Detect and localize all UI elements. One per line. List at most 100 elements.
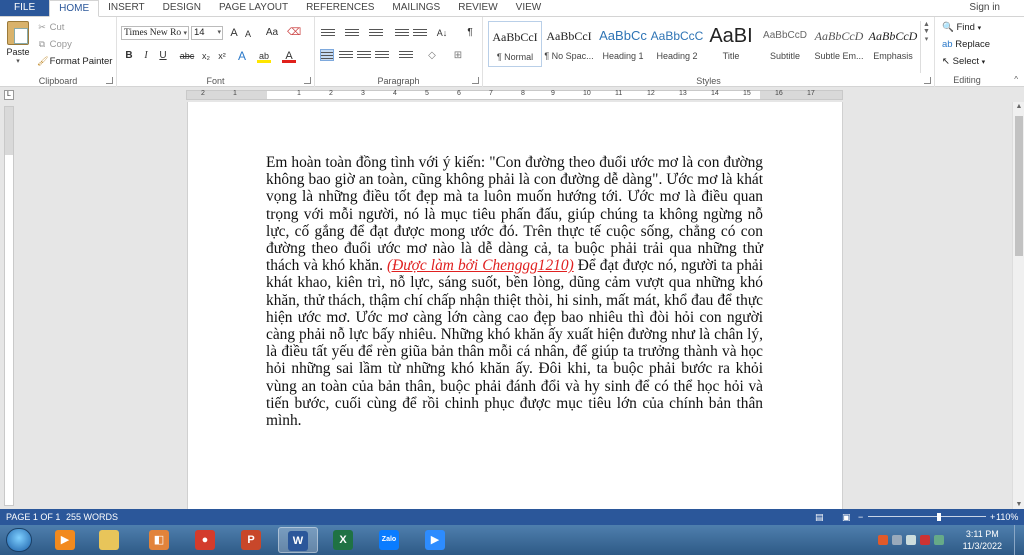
tab-view[interactable]: VIEW xyxy=(507,0,551,16)
word-count[interactable]: 255 WORDS xyxy=(66,509,118,525)
font-color-button[interactable]: A xyxy=(282,49,296,63)
tab-insert[interactable]: INSERT xyxy=(99,0,154,16)
numbering-icon[interactable] xyxy=(345,27,359,39)
taskbar-app-explorer[interactable] xyxy=(90,527,130,553)
style-subtle-emphasis[interactable]: AaBbCcD Subtle Em... xyxy=(812,21,866,67)
multilevel-list-icon[interactable] xyxy=(369,27,383,39)
strikethrough-button[interactable]: abc xyxy=(177,49,197,63)
taskbar-app-excel[interactable]: X xyxy=(324,527,364,553)
italic-button[interactable]: I xyxy=(139,49,153,63)
shading-icon[interactable]: ◇ xyxy=(425,49,439,63)
underline-button[interactable]: U xyxy=(156,49,170,63)
scroll-up-icon[interactable]: ▲ xyxy=(1013,103,1024,110)
tab-selector[interactable]: L xyxy=(4,90,14,100)
taskbar-app-zalo[interactable]: Zalo xyxy=(370,527,410,553)
document-page[interactable]: Em hoàn toàn đồng tình với ý kiến: "Con … xyxy=(187,102,843,509)
align-right-icon[interactable] xyxy=(357,49,371,61)
cut-button[interactable]: ✂ Cut xyxy=(37,22,64,33)
grow-font-button[interactable]: A xyxy=(227,26,241,40)
line-spacing-icon[interactable] xyxy=(399,49,413,61)
replace-button[interactable]: ab Replace xyxy=(942,39,990,50)
chevron-up-icon[interactable]: ▲ xyxy=(921,21,932,28)
text-effects-button[interactable]: A xyxy=(235,49,249,63)
superscript-button[interactable]: x² xyxy=(215,49,229,63)
taskbar-app-powerpoint[interactable]: P xyxy=(232,527,272,553)
flag-icon[interactable] xyxy=(920,535,930,545)
style-subtitle[interactable]: AaBbCcD Subtitle xyxy=(758,21,812,67)
system-clock[interactable]: 3:11 PM 11/3/2022 xyxy=(963,528,1002,552)
show-formatting-button[interactable]: ¶ xyxy=(463,26,477,40)
decrease-indent-icon[interactable] xyxy=(395,27,409,39)
taskbar-app-word[interactable]: W xyxy=(278,527,318,553)
scrollbar-thumb[interactable] xyxy=(1015,116,1023,256)
horizontal-ruler[interactable]: 2 1 1 2 3 4 5 6 7 8 9 10 11 12 13 14 15 … xyxy=(186,90,843,100)
align-center-icon[interactable] xyxy=(339,49,353,61)
zoom-slider-thumb[interactable] xyxy=(936,513,941,521)
justify-icon[interactable] xyxy=(375,49,389,61)
increase-indent-icon[interactable] xyxy=(413,27,427,39)
tab-home[interactable]: HOME xyxy=(49,0,100,17)
zoom-in-icon[interactable]: + xyxy=(990,509,995,525)
start-button[interactable] xyxy=(6,528,32,552)
copy-button[interactable]: ⧉ Copy xyxy=(37,39,72,50)
styles-gallery-scroll[interactable]: ▲ ▼ ▾ xyxy=(920,21,932,73)
zoom-out-icon[interactable]: − xyxy=(858,509,863,525)
styles-launcher-icon[interactable] xyxy=(924,77,931,84)
scroll-down-icon[interactable]: ▼ xyxy=(1013,501,1024,508)
borders-icon[interactable]: ⊞ xyxy=(451,49,465,63)
tab-mailings[interactable]: MAILINGS xyxy=(383,0,449,16)
font-size-select[interactable]: 14 ▾ xyxy=(191,26,223,40)
style-no-spacing[interactable]: AaBbCcI ¶ No Spac... xyxy=(542,21,596,67)
volume-icon[interactable] xyxy=(906,535,916,545)
style-emphasis[interactable]: AaBbCcD Emphasis xyxy=(866,21,920,67)
tab-design[interactable]: DESIGN xyxy=(154,0,210,16)
font-name-select[interactable]: Times New Ro ▾ xyxy=(121,26,189,40)
paintbrush-icon: 🖌 xyxy=(37,56,49,66)
align-left-icon[interactable] xyxy=(320,49,334,61)
print-layout-icon[interactable]: ▣ xyxy=(842,509,851,525)
bullets-icon[interactable] xyxy=(321,27,335,39)
tab-review[interactable]: REVIEW xyxy=(449,0,506,16)
style-heading-2[interactable]: AaBbCcC Heading 2 xyxy=(650,21,704,67)
font-launcher-icon[interactable] xyxy=(304,77,311,84)
vertical-ruler[interactable] xyxy=(4,106,14,506)
tab-references[interactable]: REFERENCES xyxy=(297,0,383,16)
more-icon[interactable]: ▾ xyxy=(921,35,932,43)
taskbar-app-app3[interactable]: ◧ xyxy=(140,527,180,553)
style-sample: AaBbCcD xyxy=(814,29,864,43)
document-body[interactable]: Em hoàn toàn đồng tình với ý kiến: "Con … xyxy=(266,154,763,429)
sign-in-link[interactable]: Sign in xyxy=(969,0,1024,16)
page-count[interactable]: PAGE 1 OF 1 xyxy=(6,509,60,525)
select-button[interactable]: ↖ Select ▾ xyxy=(942,56,985,67)
highlight-button[interactable]: ab xyxy=(257,49,271,63)
tray-icon[interactable] xyxy=(878,535,888,545)
taskbar-app-zoom[interactable]: ▶ xyxy=(416,527,456,553)
read-mode-icon[interactable]: ▤ xyxy=(815,509,824,525)
change-case-button[interactable]: Aa xyxy=(262,26,282,40)
clear-formatting-icon[interactable]: ⌫ xyxy=(287,26,301,40)
taskbar-app-media[interactable]: ▶ xyxy=(46,527,86,553)
show-desktop-button[interactable] xyxy=(1014,525,1024,555)
subscript-button[interactable]: x₂ xyxy=(199,49,213,63)
taskbar-app-chrome[interactable]: ● xyxy=(186,527,226,553)
shrink-font-button[interactable]: A xyxy=(241,27,255,41)
tab-page-layout[interactable]: PAGE LAYOUT xyxy=(210,0,297,16)
style-heading-1[interactable]: AaBbCc Heading 1 xyxy=(596,21,650,67)
vertical-scrollbar[interactable]: ▲ ▼ xyxy=(1012,102,1024,509)
battery-icon[interactable] xyxy=(934,535,944,545)
tab-file[interactable]: FILE xyxy=(0,0,50,16)
format-painter-button[interactable]: 🖌 Format Painter xyxy=(37,56,112,67)
collapse-ribbon-icon[interactable]: ^ xyxy=(1014,75,1018,84)
style-normal[interactable]: AaBbCcI ¶ Normal xyxy=(488,21,542,67)
style-title[interactable]: AaBI Title xyxy=(704,21,758,67)
paragraph-launcher-icon[interactable] xyxy=(472,77,479,84)
chevron-down-icon[interactable]: ▼ xyxy=(921,28,932,35)
zoom-slider[interactable] xyxy=(868,516,986,517)
paste-button[interactable]: Paste ▾ xyxy=(4,21,32,65)
clipboard-launcher-icon[interactable] xyxy=(106,77,113,84)
sort-icon[interactable]: A↓ xyxy=(435,26,449,40)
zoom-level[interactable]: 110% xyxy=(996,509,1018,525)
find-button[interactable]: 🔍 Find ▾ xyxy=(942,22,981,33)
bold-button[interactable]: B xyxy=(122,49,136,63)
network-icon[interactable] xyxy=(892,535,902,545)
